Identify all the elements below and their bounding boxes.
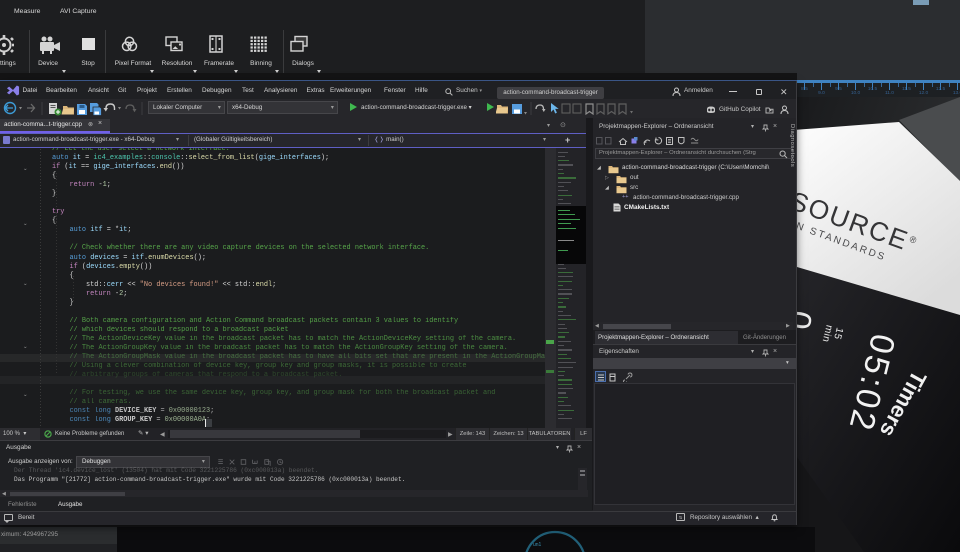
svg-text:un1: un1 [533,542,542,548]
